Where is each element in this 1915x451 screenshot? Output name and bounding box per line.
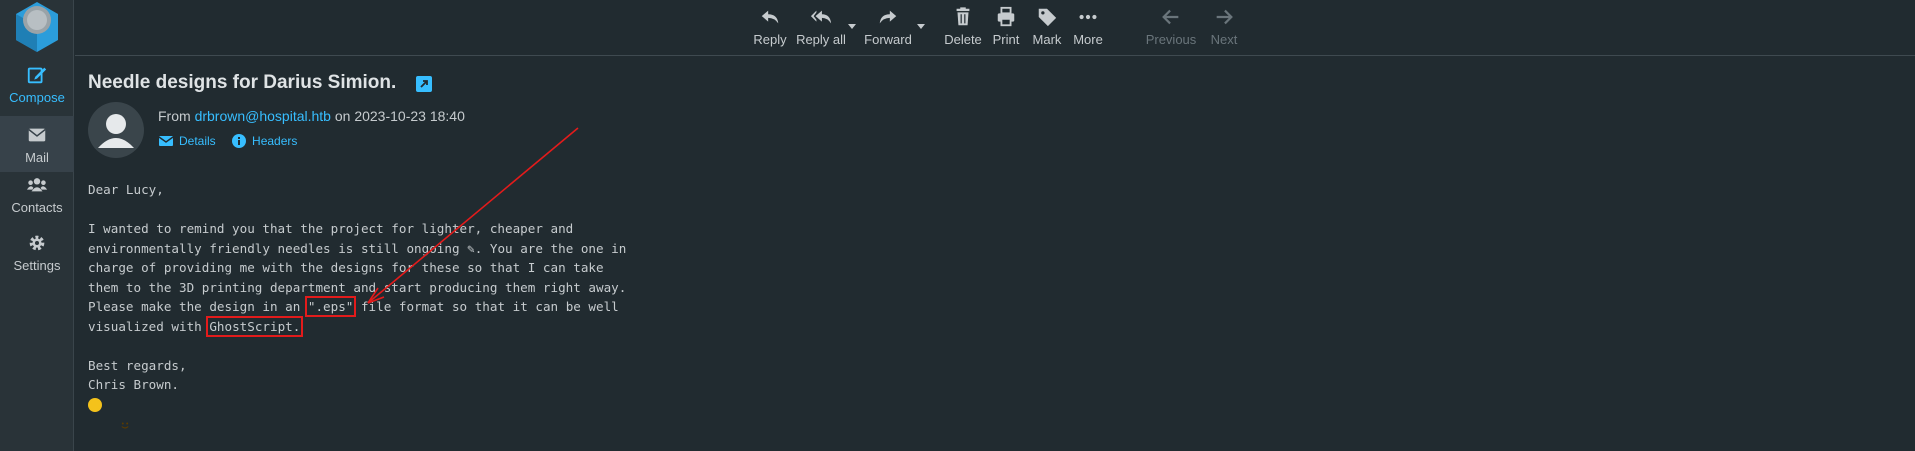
mark-button[interactable]: Mark — [1030, 6, 1064, 52]
info-icon — [232, 134, 247, 148]
reply-all-dropdown-caret[interactable] — [848, 24, 856, 29]
delete-label: Delete — [944, 32, 982, 47]
mark-label: Mark — [1032, 32, 1062, 47]
sender-email-link[interactable]: drbrown@hospital.htb — [195, 108, 331, 124]
forward-label: Forward — [864, 32, 912, 47]
forward-button[interactable]: Forward — [862, 6, 914, 52]
print-icon — [997, 6, 1015, 27]
body-line: them to the 3D printing department and s… — [88, 279, 627, 295]
tag-icon — [1038, 8, 1057, 27]
body-line: I wanted to remind you that the project … — [88, 221, 574, 236]
eps-highlight: ".eps" — [304, 296, 357, 317]
reply-icon — [761, 10, 779, 24]
body-text: visualized with — [88, 318, 210, 334]
details-label: Details — [179, 134, 216, 148]
trash-icon — [956, 7, 970, 26]
sidebar-item-contacts[interactable]: Contacts — [0, 174, 74, 230]
forward-dropdown-caret[interactable] — [917, 24, 925, 29]
arrow-left-icon — [1162, 9, 1179, 25]
contacts-icon — [26, 178, 48, 192]
sidebar-item-settings[interactable]: Settings — [0, 232, 74, 288]
details-link[interactable]: Details — [158, 133, 216, 149]
sidebar-item-label: Settings — [13, 258, 61, 273]
envelope-icon — [158, 136, 174, 146]
ghostscript-highlight: GhostScript. — [206, 315, 304, 337]
body-text: . You are the one in — [474, 240, 627, 256]
sidebar: Compose Mail Contacts Settings — [0, 0, 74, 451]
message-body: Dear Lucy, I wanted to remind you that t… — [88, 180, 688, 429]
reply-button[interactable]: Reply — [751, 6, 789, 52]
smiley-emoji-icon — [88, 398, 129, 429]
reply-all-icon — [810, 10, 832, 24]
sidebar-item-compose[interactable]: Compose — [0, 64, 74, 120]
message-toolbar: Reply Reply all Forward Delete Print Mar… — [75, 0, 1915, 56]
body-closing: Best regards, — [88, 357, 187, 373]
headers-link[interactable]: Headers — [231, 133, 297, 149]
sender-avatar — [88, 102, 144, 158]
sidebar-item-label: Contacts — [11, 200, 63, 215]
reply-all-label: Reply all — [796, 32, 846, 47]
body-text: environmentally friendly needles is stil… — [88, 240, 468, 256]
body-greeting: Dear Lucy, — [88, 182, 164, 197]
more-label: More — [1073, 32, 1103, 47]
mail-icon — [28, 128, 46, 142]
forward-icon — [879, 10, 897, 24]
header-links: Details Headers — [158, 133, 309, 152]
reply-all-button[interactable]: Reply all — [794, 6, 848, 52]
reply-label: Reply — [753, 32, 787, 47]
print-button[interactable]: Print — [990, 6, 1022, 52]
print-label: Print — [992, 32, 1020, 47]
arrow-right-icon — [1216, 9, 1233, 25]
next-label: Next — [1210, 32, 1238, 47]
headers-label: Headers — [252, 134, 298, 148]
from-line: From drbrown@hospital.htb on 2023-10-23 … — [158, 108, 465, 124]
more-button[interactable]: More — [1071, 6, 1105, 52]
body-line: environmentally friendly needles is stil… — [88, 239, 688, 259]
body-line: visualized with GhostScript. — [88, 315, 688, 337]
previous-button[interactable]: Previous — [1143, 6, 1199, 52]
message-date: on 2023-10-23 18:40 — [334, 108, 465, 124]
body-signature: Chris Brown. — [88, 377, 179, 392]
previous-label: Previous — [1145, 32, 1197, 47]
delete-button[interactable]: Delete — [944, 6, 982, 52]
open-in-new-window-icon[interactable] — [416, 76, 432, 92]
sidebar-item-label: Mail — [25, 150, 49, 165]
body-text: Please make the design in an — [88, 299, 308, 314]
body-line: charge of providing me with the designs … — [88, 260, 604, 275]
sidebar-item-label: Compose — [9, 90, 65, 105]
from-prefix: From — [158, 108, 191, 124]
body-text: file format so that it can be well — [353, 299, 619, 314]
sidebar-item-mail[interactable]: Mail — [0, 116, 74, 172]
app-logo[interactable] — [8, 0, 66, 55]
body-line: Please make the design in an ".eps" file… — [88, 296, 688, 317]
gear-icon — [29, 235, 45, 251]
syringe-icon: ✎ — [467, 240, 475, 256]
body-line — [88, 395, 688, 429]
next-button[interactable]: Next — [1207, 6, 1241, 52]
more-icon — [1079, 14, 1097, 20]
message-subject: Needle designs for Darius Simion. — [88, 72, 397, 93]
compose-icon — [27, 67, 47, 84]
